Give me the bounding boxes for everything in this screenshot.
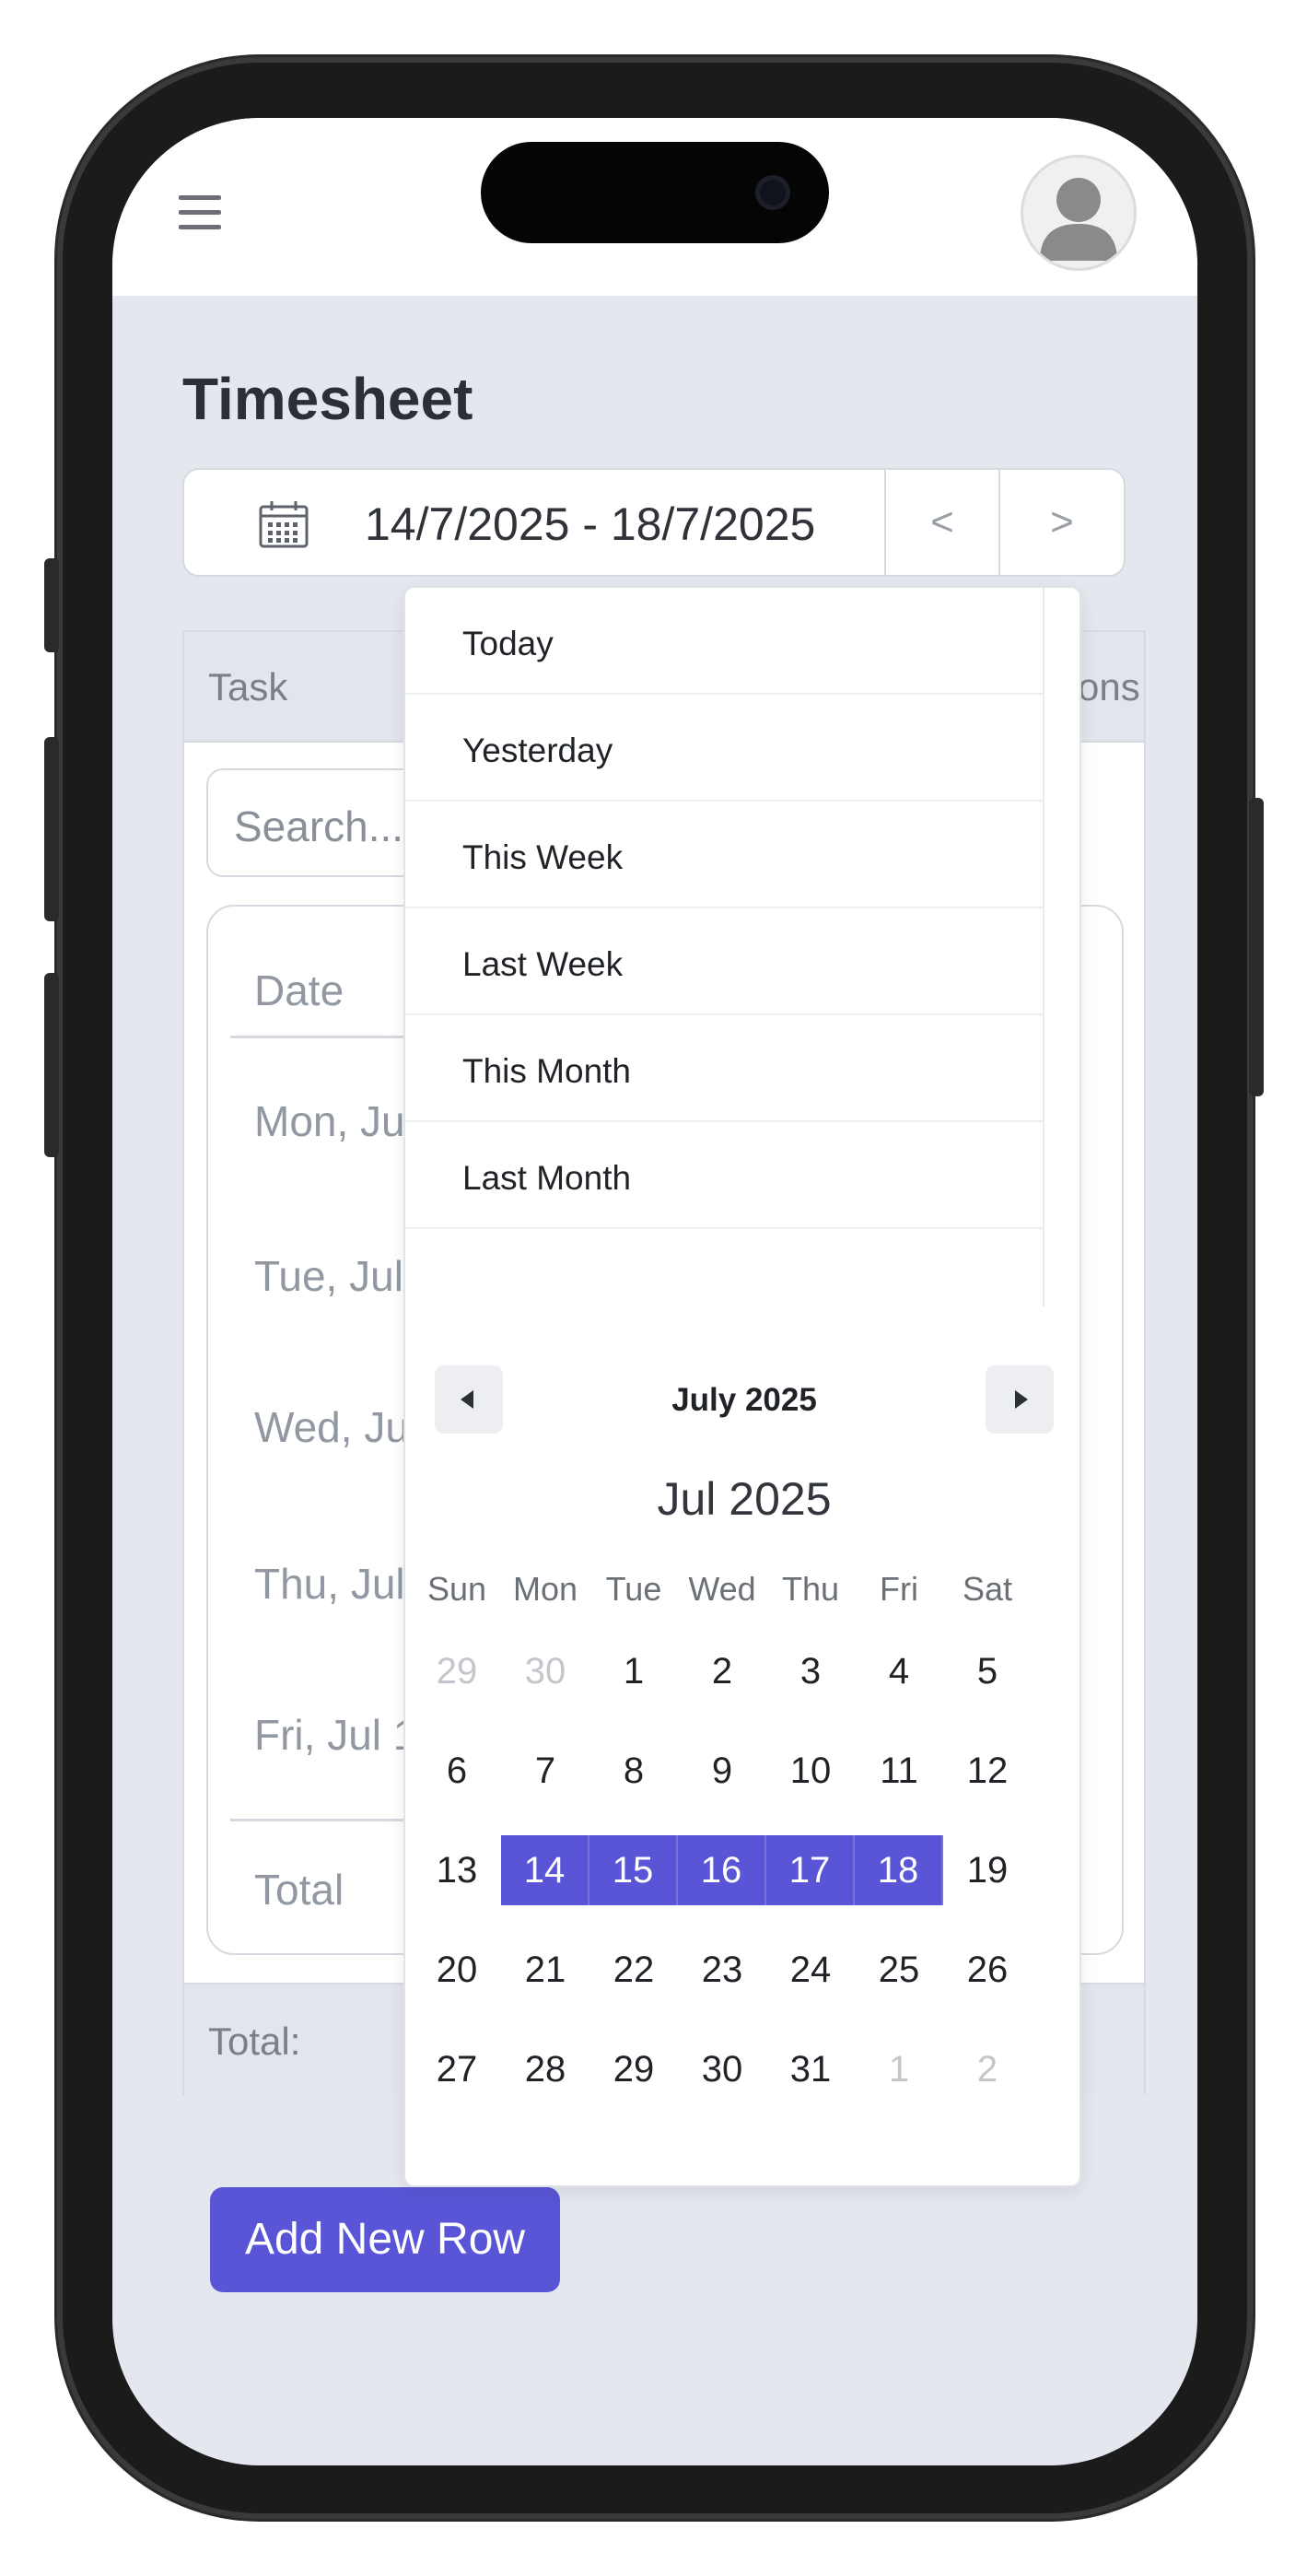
calendar-day[interactable]: 3 xyxy=(766,1636,855,1706)
calendar-day[interactable]: 10 xyxy=(766,1736,855,1806)
preset-last-week[interactable]: Last Week xyxy=(405,908,1043,1015)
calendar-day[interactable]: 9 xyxy=(678,1736,766,1806)
calendar-day[interactable]: 26 xyxy=(943,1935,1032,2005)
calendar-day[interactable]: 22 xyxy=(589,1935,678,2005)
calendar-day-selected[interactable]: 16 xyxy=(678,1835,766,1905)
app-screen: Timesheet 14/7/2025 - 18/7/2025 < > Task… xyxy=(112,118,1197,2465)
weekday-label: Fri xyxy=(880,1570,918,1608)
calendar-day[interactable]: 7 xyxy=(501,1736,589,1806)
side-button-volume-up xyxy=(44,737,59,921)
calendar-day[interactable]: 8 xyxy=(589,1736,678,1806)
preset-last-month[interactable]: Last Month xyxy=(405,1122,1043,1229)
page-title: Timesheet xyxy=(182,366,473,432)
date-header: Date xyxy=(254,966,344,1014)
calendar-day[interactable]: 6 xyxy=(413,1736,501,1806)
calendar-day[interactable]: 12 xyxy=(943,1736,1032,1806)
dynamic-island xyxy=(481,142,829,243)
date-range-value: 14/7/2025 - 18/7/2025 xyxy=(365,498,816,550)
preset-yesterday[interactable]: Yesterday xyxy=(405,695,1043,802)
preset-label: Last Month xyxy=(462,1159,632,1197)
calendar-day[interactable]: 1 xyxy=(589,1636,678,1706)
caret-right-icon xyxy=(1015,1390,1028,1409)
calendar-day[interactable]: 2 xyxy=(678,1636,766,1706)
preset-this-week[interactable]: This Week xyxy=(405,802,1043,908)
hamburger-menu-icon[interactable] xyxy=(179,192,221,234)
preset-label: This Week xyxy=(462,838,624,876)
calendar-day[interactable]: 30 xyxy=(501,1636,589,1706)
calendar-day[interactable]: 21 xyxy=(501,1935,589,2005)
calendar-day[interactable]: 27 xyxy=(413,2034,501,2104)
calendar-day-selected[interactable]: 18 xyxy=(855,1835,943,1905)
calendar-day[interactable]: 1 xyxy=(855,2034,943,2104)
column-header-task: Task xyxy=(208,665,288,708)
calendar-day[interactable]: 31 xyxy=(766,2034,855,2104)
side-button-volume-down xyxy=(44,973,59,1157)
preset-label: Last Week xyxy=(462,945,624,983)
weekday-label: Tue xyxy=(605,1570,662,1608)
calendar-icon xyxy=(258,499,309,549)
calendar-day[interactable]: 4 xyxy=(855,1636,943,1706)
add-new-row-button[interactable]: Add New Row xyxy=(210,2187,560,2292)
footer-total-label: Total: xyxy=(208,2020,301,2063)
calendar-day[interactable]: 20 xyxy=(413,1935,501,2005)
calendar-day-selected[interactable]: 14 xyxy=(501,1835,589,1905)
calendar-nav-title: July 2025 xyxy=(671,1382,817,1418)
preset-label: Today xyxy=(462,625,554,662)
calendar-day[interactable]: 29 xyxy=(589,2034,678,2104)
calendar-day[interactable]: 23 xyxy=(678,1935,766,2005)
calendar-next-month-button[interactable] xyxy=(986,1365,1054,1434)
weekday-label: Mon xyxy=(512,1570,578,1608)
weekday-label: Thu xyxy=(781,1570,840,1608)
preset-today[interactable]: Today xyxy=(405,588,1043,695)
weekday-label: Wed xyxy=(688,1570,756,1608)
calendar-day[interactable]: 2 xyxy=(943,2034,1032,2104)
preset-label: This Month xyxy=(462,1052,632,1090)
calendar-day[interactable]: 5 xyxy=(943,1636,1032,1706)
previous-range-button[interactable]: < xyxy=(884,470,998,575)
calendar-day[interactable]: 25 xyxy=(855,1935,943,2005)
date-range-picker[interactable]: 14/7/2025 - 18/7/2025 < > xyxy=(182,468,1126,577)
calendar-day[interactable]: 24 xyxy=(766,1935,855,2005)
search-placeholder: Search... xyxy=(234,802,404,850)
calendar-day[interactable]: 28 xyxy=(501,2034,589,2104)
side-button-power xyxy=(1249,798,1264,1096)
calendar-day-selected[interactable]: 17 xyxy=(766,1835,855,1905)
date-range-dropdown: Today Yesterday This Week Last Week This… xyxy=(403,586,1081,2187)
calendar-day[interactable]: 30 xyxy=(678,2034,766,2104)
weekday-label: Sun xyxy=(426,1570,487,1608)
calendar-day-selected[interactable]: 15 xyxy=(589,1835,678,1905)
calendar-day[interactable]: 11 xyxy=(855,1736,943,1806)
front-camera-icon xyxy=(755,175,790,210)
preset-list: Today Yesterday This Week Last Week This… xyxy=(405,588,1044,1306)
next-range-button[interactable]: > xyxy=(998,470,1124,575)
calendar-day[interactable]: 19 xyxy=(943,1835,1032,1905)
weekday-label: Sat xyxy=(962,1570,1013,1608)
user-avatar-icon[interactable] xyxy=(1021,155,1137,271)
preset-this-month[interactable]: This Month xyxy=(405,1015,1043,1122)
side-button-silent xyxy=(44,558,59,652)
calendar-day[interactable]: 13 xyxy=(413,1835,501,1905)
preset-label: Yesterday xyxy=(462,732,613,769)
calendar-day[interactable]: 29 xyxy=(413,1636,501,1706)
calendar-month-title: Jul 2025 xyxy=(657,1473,832,1525)
inner-total-label: Total xyxy=(254,1866,344,1914)
app-header xyxy=(112,118,1197,296)
